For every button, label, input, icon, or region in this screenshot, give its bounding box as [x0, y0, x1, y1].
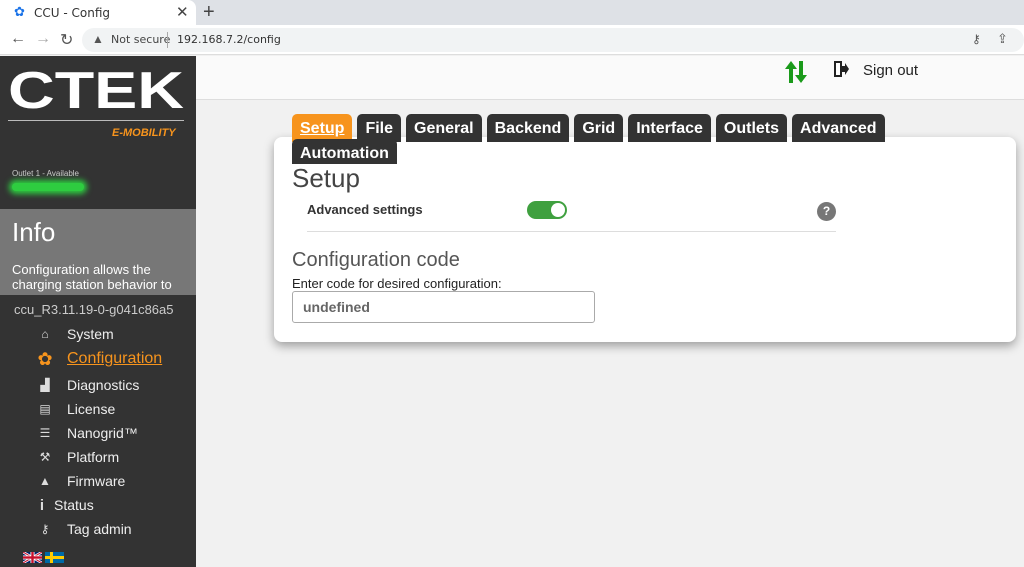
tab-outlets[interactable]: Outlets [715, 114, 788, 142]
config-tabs: Setup File General Backend Grid Interfac… [292, 114, 885, 142]
tab-backend[interactable]: Backend [486, 114, 570, 142]
browser-tabstrip: ✿ CCU - Config ✕ + [0, 0, 1024, 25]
nav-system[interactable]: ⌂ System [36, 324, 114, 344]
ctek-logo[interactable]: CTEK [8, 66, 184, 114]
back-icon[interactable]: ← [10, 30, 26, 48]
nav-label: License [67, 401, 116, 417]
forward-icon[interactable]: → [35, 30, 51, 48]
upload-folder-icon: ▲ [39, 474, 51, 488]
tab-interface[interactable]: Interface [628, 114, 711, 142]
tab-setup[interactable]: Setup [292, 114, 353, 142]
signout-icon[interactable] [833, 60, 849, 78]
sliders-icon: ☰ [39, 426, 51, 440]
nav-firmware[interactable]: ▲ Firmware [36, 471, 125, 491]
nav-label: Status [54, 497, 94, 513]
sidebar: CTEK E-MOBILITY Outlet 1 - Available Inf… [0, 56, 196, 567]
gear-icon: ✿ [37, 348, 53, 369]
close-tab-icon[interactable]: ✕ [176, 3, 189, 21]
nav-license[interactable]: ▤ License [36, 399, 115, 419]
divider [307, 231, 836, 232]
nav-nanogrid[interactable]: ☰ Nanogrid™ [36, 423, 138, 443]
top-header: Sign out [196, 56, 1024, 100]
browser-tab-title: CCU - Config [34, 6, 111, 20]
advanced-settings-toggle[interactable] [527, 201, 567, 219]
info-title: Info [12, 217, 56, 247]
logo-subtitle: E-MOBILITY [112, 127, 176, 139]
wrench-icon: ⚒ [39, 450, 51, 464]
key-icon[interactable]: ⚷ [972, 32, 981, 46]
nav-status[interactable]: i Status [36, 495, 94, 515]
nav-label: Nanogrid™ [67, 425, 138, 441]
not-secure-label[interactable]: Not secure [111, 33, 170, 46]
tab-grid[interactable]: Grid [574, 114, 624, 142]
tab-automation[interactable]: Automation [292, 139, 397, 164]
info-panel: Info Configuration allows the charging s… [0, 209, 196, 295]
sync-arrows-icon[interactable] [784, 59, 808, 85]
nav-tag-admin[interactable]: ⚷ Tag admin [36, 519, 132, 539]
license-icon: ▤ [39, 402, 51, 416]
help-icon[interactable]: ? [817, 202, 836, 221]
reload-icon[interactable]: ↻ [60, 30, 73, 50]
browser-tab[interactable]: ✿ CCU - Config ✕ [0, 0, 196, 25]
info-icon: i [39, 496, 45, 514]
nav-label: Platform [67, 449, 120, 465]
uk-flag-icon[interactable] [23, 552, 42, 563]
sweden-flag-icon[interactable] [45, 552, 64, 563]
outlet-status-indicator [12, 183, 84, 191]
config-code-label: Enter code for desired configuration: [292, 276, 502, 291]
home-icon: ⌂ [41, 327, 49, 341]
config-code-title: Configuration code [292, 249, 460, 271]
logo-divider [8, 120, 184, 121]
outlet-status-label: Outlet 1 - Available [12, 169, 80, 178]
setup-card: Setup Advanced settings ? Configuration … [274, 137, 1016, 342]
version-label: ccu_R3.11.19-0-g041c86a5 [14, 302, 174, 317]
nav-platform[interactable]: ⚒ Platform [36, 447, 120, 467]
share-icon[interactable]: ⇪ [997, 31, 1008, 47]
nav-label: Diagnostics [67, 377, 140, 393]
warning-icon[interactable]: ▲ [92, 32, 104, 46]
advanced-settings-label: Advanced settings [307, 202, 423, 217]
nav-diagnostics[interactable]: ▟ Diagnostics [36, 375, 139, 395]
nav-configuration[interactable]: ✿ Configuration [36, 349, 162, 369]
tab-file[interactable]: File [357, 114, 402, 142]
tab-advanced[interactable]: Advanced [792, 114, 885, 142]
address-bar: ← → ↻ ▲ Not secure 192.168.7.2/config ⚷ … [0, 25, 1024, 55]
omnibox[interactable]: ▲ Not secure 192.168.7.2/config ⚷ ⇪ [82, 28, 1024, 52]
config-code-input[interactable] [292, 291, 595, 323]
key-icon: ⚷ [40, 522, 50, 536]
favicon-gear-icon: ✿ [14, 4, 25, 19]
language-flags [23, 552, 64, 563]
nav-label: Tag admin [67, 521, 132, 537]
new-tab-button[interactable]: + [203, 1, 215, 24]
omnibox-separator [167, 32, 168, 48]
nav-label: Firmware [67, 473, 126, 489]
bar-chart-icon: ▟ [40, 378, 50, 392]
toggle-knob [551, 203, 565, 217]
signout-button[interactable]: Sign out [863, 62, 918, 79]
info-text: Configuration allows the charging statio… [12, 262, 172, 292]
logo-text: CTEK [8, 66, 184, 114]
nav-label: System [67, 326, 114, 342]
setup-title: Setup [292, 163, 360, 193]
tab-general[interactable]: General [406, 114, 482, 142]
nav-label: Configuration [67, 350, 163, 367]
url-text[interactable]: 192.168.7.2/config [177, 33, 281, 46]
